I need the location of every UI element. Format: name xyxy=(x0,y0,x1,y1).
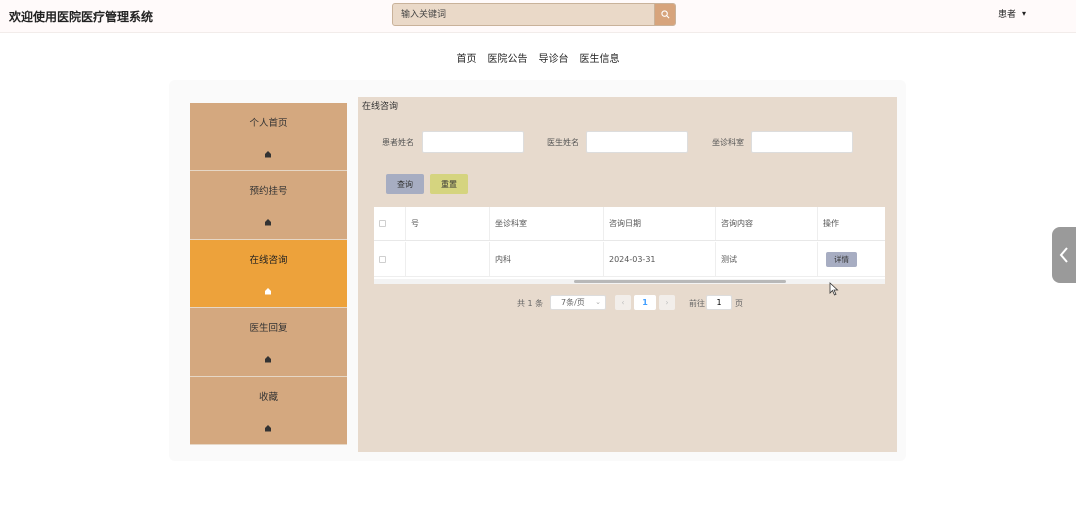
sidebar-item-label: 个人首页 xyxy=(249,118,288,129)
department-label: 坐诊科室 xyxy=(712,138,744,147)
page-suffix-label: 页 xyxy=(735,299,743,308)
page-title: 在线咨询 xyxy=(362,102,399,112)
home-icon xyxy=(265,151,271,158)
nav-home[interactable]: 首页 xyxy=(457,50,477,65)
sidebar-item-label: 收藏 xyxy=(258,391,278,403)
header-cell: 操作 xyxy=(823,219,839,228)
page-number-current[interactable]: 1 xyxy=(634,295,656,310)
reset-button[interactable]: 重置 xyxy=(430,174,468,194)
chevron-down-icon: ▾ xyxy=(1022,9,1027,18)
top-bar: 欢迎使用医院医疗管理系统 患者 ▾ xyxy=(0,0,1076,33)
doctor-name-input[interactable] xyxy=(586,131,688,153)
prev-page-button[interactable]: ‹ xyxy=(615,295,631,310)
search-button[interactable] xyxy=(654,4,675,25)
search-input[interactable] xyxy=(393,4,655,25)
sidebar: 个人首页 预约挂号 在线咨询 医生回复 收藏 xyxy=(190,103,347,445)
mouse-cursor-icon xyxy=(829,282,839,296)
sidebar-item-appointment[interactable]: 预约挂号 xyxy=(190,171,347,240)
row-content: 测试 xyxy=(716,242,818,276)
row-date: 2024-03-31 xyxy=(604,242,716,276)
main-content: 在线咨询 患者姓名 医生姓名 坐诊科室 查询 重置 号 坐诊科室 咨询日期 咨询… xyxy=(358,97,897,452)
side-panel-toggle[interactable] xyxy=(1052,227,1076,283)
table-row: 内科 2024-03-31 测试 详情 xyxy=(374,242,885,277)
page-size-select[interactable]: 7条/页 ⌄ xyxy=(550,295,606,310)
goto-page-input[interactable] xyxy=(706,295,732,310)
query-button[interactable]: 查询 xyxy=(386,174,424,194)
sidebar-item-personal-home[interactable]: 个人首页 xyxy=(190,103,347,172)
sidebar-item-label: 预约挂号 xyxy=(249,186,288,198)
main-nav: 首页 医院公告 导诊台 医生信息 xyxy=(0,50,1076,65)
user-role-label: 患者 xyxy=(998,10,1017,20)
row-checkbox-cell xyxy=(374,242,406,276)
header-cell: 咨询日期 xyxy=(604,207,716,240)
detail-button[interactable]: 详情 xyxy=(826,251,857,267)
next-page-button[interactable]: › xyxy=(659,295,675,310)
sidebar-item-label: 医生回复 xyxy=(249,323,288,335)
sidebar-item-label: 在线咨询 xyxy=(249,254,288,266)
header-cell: 咨询内容 xyxy=(716,207,818,240)
chevron-down-icon: ⌄ xyxy=(595,298,601,306)
nav-doctor-info[interactable]: 医生信息 xyxy=(580,50,620,65)
site-title: 欢迎使用医院医疗管理系统 xyxy=(9,10,154,24)
select-all-checkbox[interactable] xyxy=(379,220,386,227)
header-checkbox-cell xyxy=(374,207,406,240)
consult-table: 号 坐诊科室 咨询日期 咨询内容 操作 内科 2024-03-31 测试 详情 xyxy=(374,207,885,284)
user-menu[interactable]: 患者 ▾ xyxy=(998,7,1026,20)
row-department: 内科 xyxy=(490,242,604,276)
sidebar-item-favorites[interactable]: 收藏 xyxy=(190,376,347,445)
pagination: 共 1 条 7条/页 ⌄ ‹ 1 › 前往 页 xyxy=(358,295,897,311)
home-icon xyxy=(265,219,271,226)
search-icon xyxy=(660,10,669,19)
home-icon xyxy=(265,287,271,295)
header-cell: 坐诊科室 xyxy=(490,207,604,240)
scrollbar-thumb[interactable] xyxy=(574,280,786,283)
patient-name-input[interactable] xyxy=(422,131,524,153)
row-cell xyxy=(406,242,490,276)
row-action-cell: 详情 xyxy=(818,242,885,276)
doctor-name-label: 医生姓名 xyxy=(547,138,579,147)
home-icon xyxy=(265,424,271,432)
nav-guide-desk[interactable]: 导诊台 xyxy=(539,50,569,65)
header-cell: 号 xyxy=(406,207,490,240)
chevron-left-icon xyxy=(1059,247,1068,263)
department-input[interactable] xyxy=(751,131,853,153)
patient-name-label: 患者姓名 xyxy=(382,138,414,147)
sidebar-item-doctor-reply[interactable]: 医生回复 xyxy=(190,308,347,377)
table-header: 号 坐诊科室 咨询日期 咨询内容 操作 xyxy=(374,207,885,241)
horizontal-scrollbar[interactable] xyxy=(374,279,885,284)
search-box xyxy=(392,3,676,26)
home-icon xyxy=(265,356,271,363)
sidebar-item-online-consult[interactable]: 在线咨询 xyxy=(190,239,347,309)
row-checkbox[interactable] xyxy=(379,255,386,263)
nav-announcements[interactable]: 医院公告 xyxy=(488,50,528,65)
goto-label: 前往 xyxy=(689,299,705,308)
pagination-total: 共 1 条 xyxy=(517,299,544,308)
page-size-value: 7条/页 xyxy=(561,298,585,307)
